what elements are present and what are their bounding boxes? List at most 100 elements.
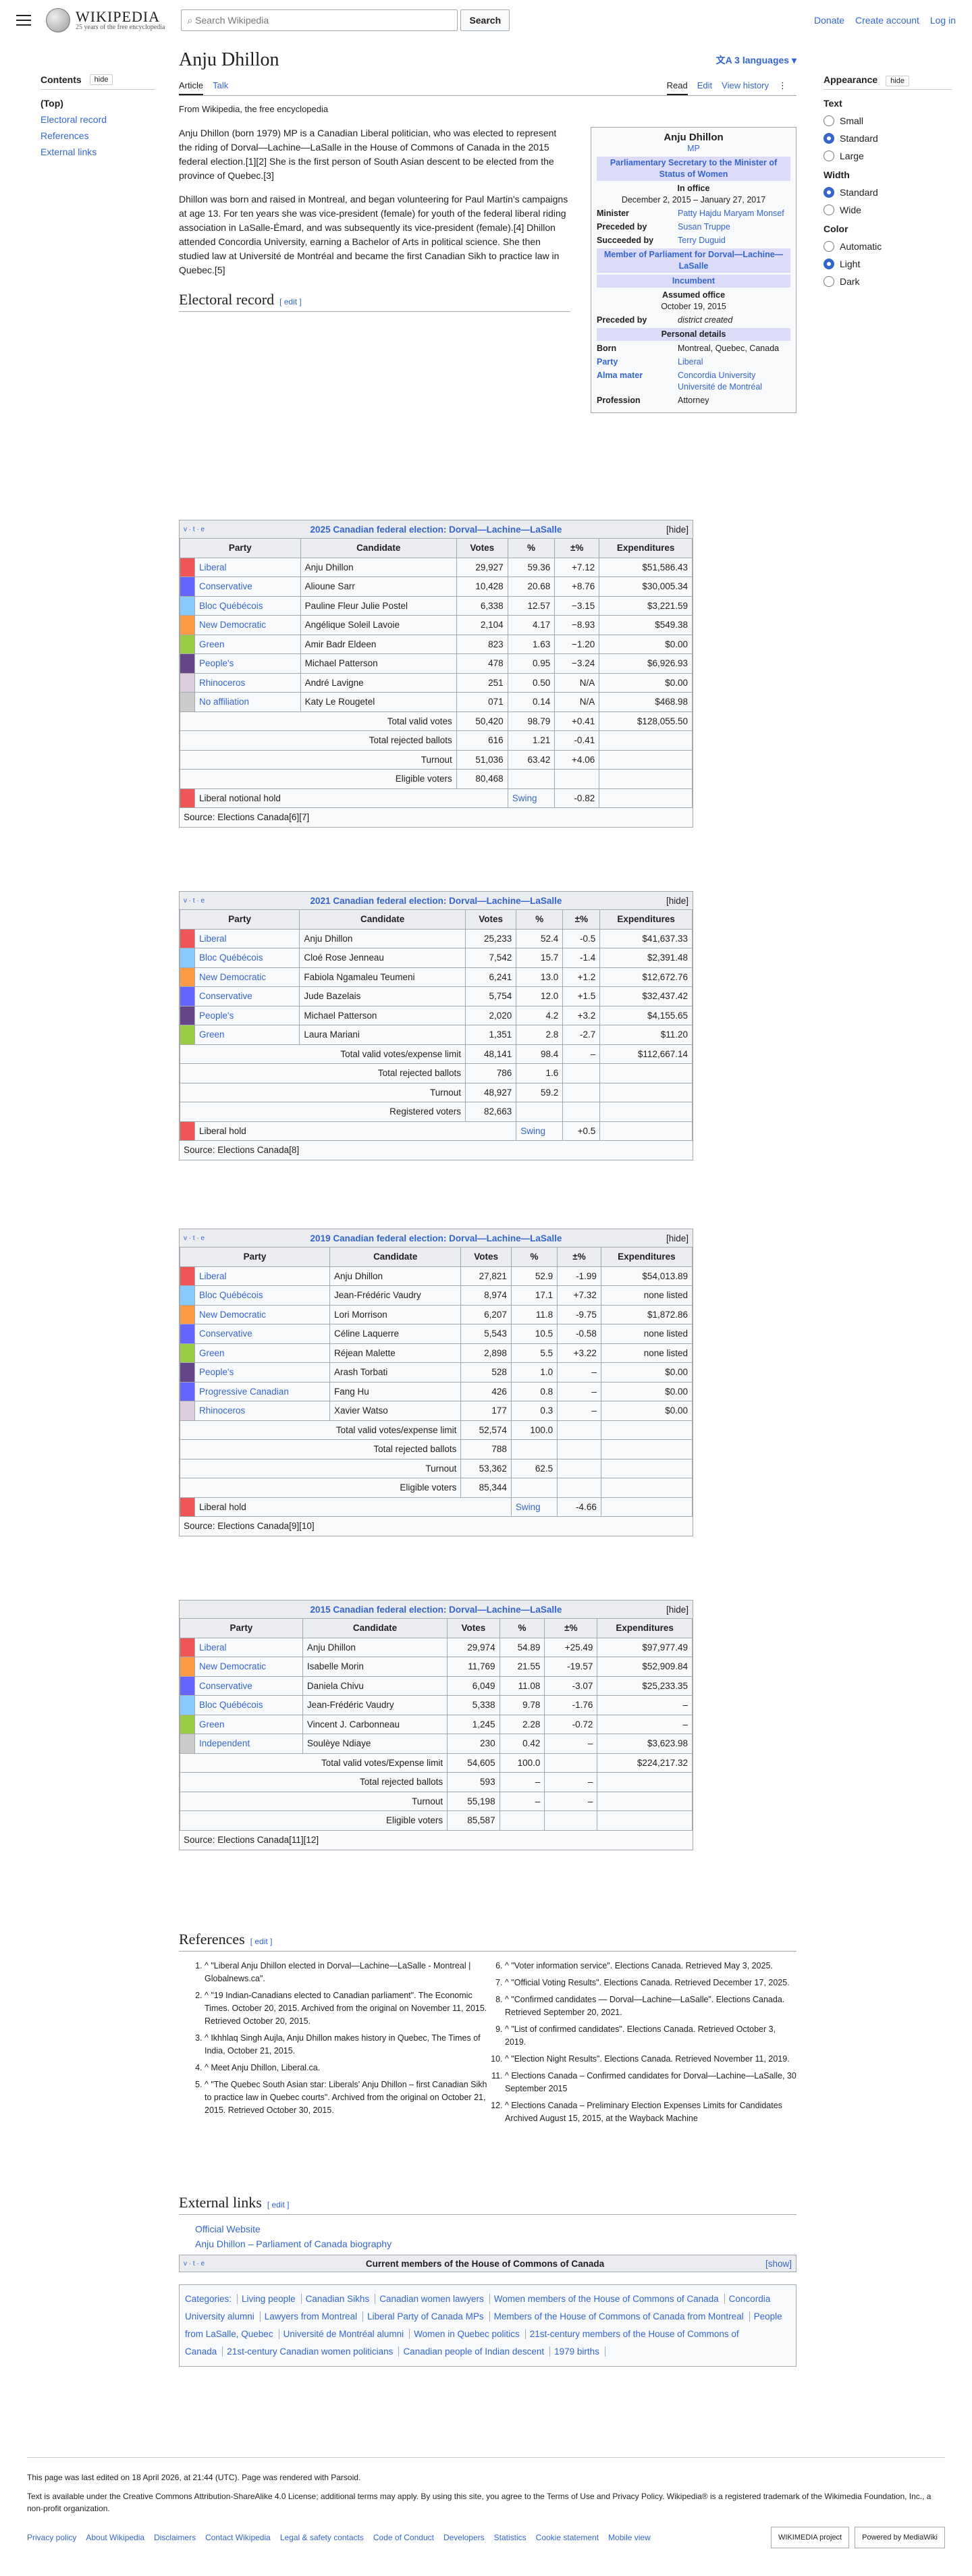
edit-link[interactable]: [ edit ] (267, 2200, 290, 2209)
party-name[interactable]: Liberal (194, 557, 301, 577)
alma-value[interactable]: Concordia University Université de Montr… (678, 370, 790, 393)
tab-read[interactable]: Read (666, 80, 688, 95)
party-name[interactable]: New Democratic (194, 967, 300, 987)
footer-link[interactable]: Mobile view (608, 2533, 651, 2542)
category-link[interactable]: Canadian people of Indian descent (403, 2346, 551, 2357)
party-name[interactable]: People's (194, 653, 301, 674)
toc-item-external[interactable]: External links (40, 146, 155, 157)
appearance-hide-button[interactable]: hide (886, 76, 909, 86)
party-name[interactable]: Green (194, 1343, 330, 1363)
toc-item-top[interactable]: (Top) (40, 98, 155, 109)
footer-link[interactable]: Statistics (494, 2533, 526, 2542)
tab-edit[interactable]: Edit (697, 80, 712, 94)
footer-link[interactable]: Privacy policy (27, 2533, 76, 2542)
infobox-role[interactable]: Parliamentary Secretary to the Minister … (597, 157, 790, 181)
category-link[interactable]: Living people (242, 2294, 302, 2304)
party-name[interactable]: Rhinoceros (194, 672, 301, 693)
category-link[interactable]: Women members of the House of Commons of… (493, 2294, 725, 2304)
edit-link[interactable]: [ edit ] (250, 1937, 273, 1946)
search-button[interactable]: Search (460, 9, 510, 31)
party-name[interactable]: Conservative (194, 1675, 303, 1696)
infobox-incumbent[interactable]: Incumbent (597, 275, 790, 288)
text-small[interactable]: Small (824, 115, 952, 126)
more-icon[interactable]: ⋮ (778, 80, 787, 95)
edit-link[interactable]: [ edit ] (279, 297, 302, 306)
category-link[interactable]: 1979 births (554, 2346, 605, 2357)
tab-talk[interactable]: Talk (213, 80, 228, 94)
election-title[interactable]: 2019 Canadian federal election: Dorval—L… (310, 1233, 562, 1243)
party-name[interactable]: Bloc Québécois (194, 1285, 330, 1306)
party-name[interactable]: Liberal (194, 1637, 303, 1657)
party-value[interactable]: Liberal (678, 356, 703, 368)
hide-toggle[interactable]: [hide] (648, 896, 688, 906)
election-title[interactable]: 2025 Canadian federal election: Dorval—L… (310, 525, 562, 535)
navbox-show[interactable]: [show] (765, 2259, 792, 2269)
category-link[interactable]: Lawyers from Montreal (264, 2311, 364, 2322)
preceded-value[interactable]: Susan Truppe (678, 221, 730, 233)
swing-link[interactable]: Swing (516, 1121, 564, 1141)
reference-item[interactable]: ^ "Confirmed candidates — Dorval—Lachine… (505, 1993, 796, 2019)
category-link[interactable]: Université de Montréal alumni (283, 2329, 410, 2339)
election-title[interactable]: 2015 Canadian federal election: Dorval—L… (310, 1605, 562, 1615)
text-standard[interactable]: Standard (824, 133, 952, 144)
party-name[interactable]: Green (194, 1025, 300, 1045)
toc-item-references[interactable]: References (40, 130, 155, 141)
election-title[interactable]: 2021 Canadian federal election: Dorval—L… (310, 896, 562, 906)
categories-label[interactable]: Categories: (185, 2294, 238, 2304)
category-link[interactable]: Liberal Party of Canada MPs (367, 2311, 490, 2322)
category-link[interactable]: Members of the House of Commons of Canad… (493, 2311, 750, 2322)
color-automatic[interactable]: Automatic (824, 241, 952, 252)
tab-article[interactable]: Article (179, 80, 204, 95)
external-link-official[interactable]: Official Website (195, 2222, 796, 2236)
footer-link[interactable]: Contact Wikipedia (205, 2533, 271, 2542)
language-button[interactable]: 文A 3 languages ▾ (716, 49, 796, 72)
alma-label[interactable]: Alma mater (597, 370, 678, 393)
footer-link[interactable]: Developers (443, 2533, 485, 2542)
party-label[interactable]: Party (597, 356, 678, 368)
party-name[interactable]: New Democratic (194, 1304, 330, 1324)
party-name[interactable]: Rhinoceros (194, 1401, 330, 1421)
reference-item[interactable]: ^ "Official Voting Results". Elections C… (505, 1977, 796, 1989)
party-name[interactable]: Bloc Québécois (194, 595, 301, 616)
category-link[interactable]: Canadian Sikhs (305, 2294, 376, 2304)
hide-toggle[interactable]: [hide] (648, 525, 688, 535)
party-name[interactable]: People's (194, 1362, 330, 1383)
width-wide[interactable]: Wide (824, 205, 952, 215)
party-name[interactable]: People's (194, 1005, 300, 1025)
reference-item[interactable]: ^ Meet Anju Dhillon, Liberal.ca. (205, 2062, 496, 2074)
infobox-member[interactable]: Member of Parliament for Dorval—Lachine—… (597, 248, 790, 273)
reference-item[interactable]: ^ "The Quebec South Asian star: Liberals… (205, 2078, 496, 2117)
party-name[interactable]: New Democratic (194, 1657, 303, 1677)
succeeded-value[interactable]: Terry Duguid (678, 235, 726, 246)
color-light[interactable]: Light (824, 259, 952, 269)
party-name[interactable]: Bloc Québécois (194, 1695, 303, 1715)
category-link[interactable]: Canadian women lawyers (379, 2294, 490, 2304)
vte-links[interactable]: v · t · e (184, 897, 224, 905)
toc-item-electoral[interactable]: Electoral record (40, 114, 155, 125)
party-name[interactable]: Bloc Québécois (194, 948, 300, 968)
reference-item[interactable]: ^ Elections Canada – Preliminary Electio… (505, 2099, 796, 2125)
category-link[interactable]: Women in Quebec politics (414, 2329, 526, 2339)
navbox-vte[interactable]: v · t · e (184, 2260, 205, 2268)
search-input[interactable]: ⌕ Search Wikipedia (181, 9, 458, 31)
create-account-link[interactable]: Create account (855, 15, 919, 26)
infobox-mp[interactable]: MP (597, 143, 790, 155)
category-link[interactable]: 21st-century Canadian women politicians (227, 2346, 400, 2357)
login-link[interactable]: Log in (930, 15, 956, 26)
tab-history[interactable]: View history (722, 80, 769, 94)
mediawiki-badge[interactable]: Powered by MediaWiki (855, 2527, 945, 2548)
width-standard[interactable]: Standard (824, 187, 952, 198)
reference-item[interactable]: ^ "Liberal Anju Dhillon elected in Dorva… (205, 1960, 496, 1985)
party-name[interactable]: Conservative (194, 1324, 330, 1344)
party-name[interactable]: Progressive Canadian (194, 1381, 330, 1401)
external-link-parliament[interactable]: Anju Dhillon – Parliament of Canada biog… (195, 2236, 796, 2251)
party-name[interactable]: Independent (194, 1734, 303, 1754)
party-name[interactable]: Green (194, 1714, 303, 1734)
hide-toggle[interactable]: [hide] (648, 1605, 688, 1615)
vte-links[interactable]: v · t · e (184, 526, 224, 533)
party-name[interactable]: Conservative (194, 576, 301, 597)
menu-icon[interactable] (16, 15, 31, 26)
reference-item[interactable]: ^ "Voter information service". Elections… (505, 1960, 796, 1973)
party-name[interactable]: No affiliation (194, 692, 301, 712)
reference-item[interactable]: ^ "Election Night Results". Elections Ca… (505, 2053, 796, 2066)
